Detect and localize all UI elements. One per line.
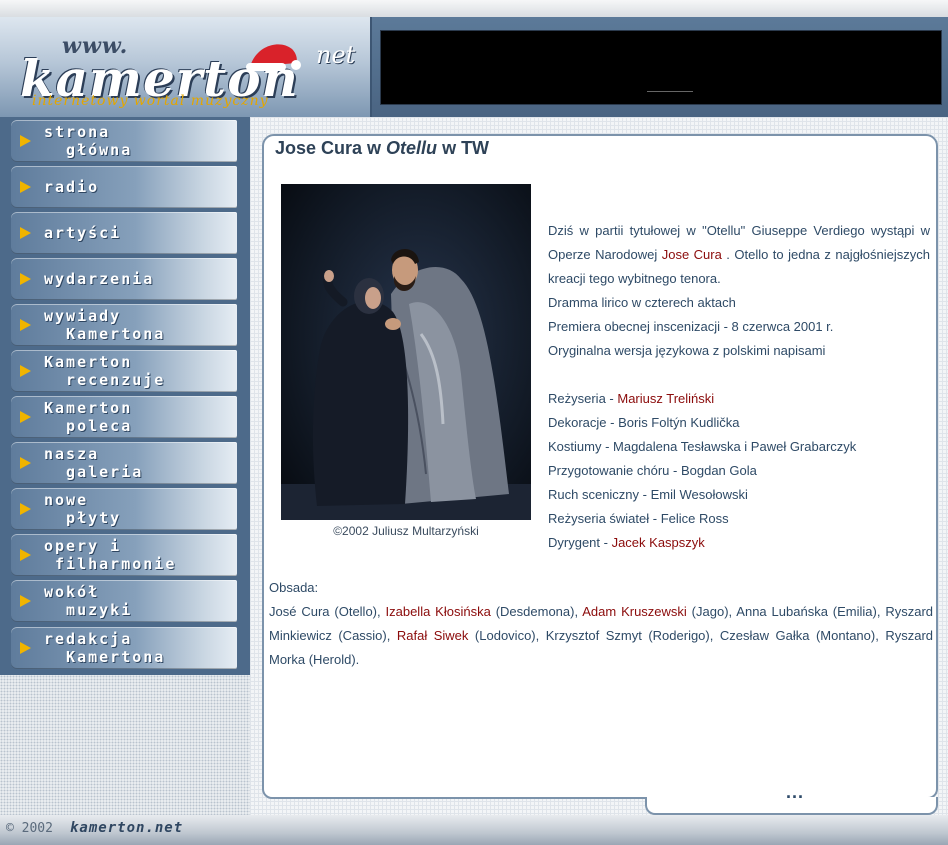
title-suffix: w TW <box>437 138 490 158</box>
nav-arrow-icon <box>20 549 31 561</box>
nav-item-label: wydarzenia <box>44 270 155 288</box>
nav-arrow-icon <box>20 273 31 285</box>
credit-name: Boris Foltýn Kudlička <box>618 415 740 430</box>
nav-item-4[interactable]: wywiady Kamertona <box>11 304 237 346</box>
cast-member-link[interactable]: Izabella Kłosińska <box>386 604 491 619</box>
opera-scene-image <box>281 249 531 520</box>
nav-item-2[interactable]: artyści <box>11 212 237 254</box>
credit-role: Reżyseria - <box>548 391 618 406</box>
nav-arrow-icon <box>20 503 31 515</box>
santa-hat-icon <box>246 44 301 71</box>
site-header: www. kamerton net internetowy wortal muz… <box>0 17 948 117</box>
nav-item-label: artyści <box>44 224 122 242</box>
credit-name: Emil Wesołowski <box>650 487 748 502</box>
credit-role: Kostiumy - <box>548 439 614 454</box>
cast-section: Obsada: José Cura (Otello), Izabella Kło… <box>269 576 933 672</box>
cast-list: José Cura (Otello), Izabella Kłosińska (… <box>269 600 933 672</box>
nav-item-9[interactable]: opery i filharmonie <box>11 534 237 576</box>
nav-item-3[interactable]: wydarzenia <box>11 258 237 300</box>
nav-item-label: strona główna <box>44 123 133 159</box>
nav-arrow-icon <box>20 642 31 654</box>
cast-member-link[interactable]: Adam Kruszewski <box>582 604 687 619</box>
footer-site-name[interactable]: kamerton.net <box>70 820 183 836</box>
title-italic: Otellu <box>386 138 438 158</box>
spacer-line <box>548 363 930 387</box>
credit-name: Bogdan Gola <box>680 463 757 478</box>
credit-line: Dekoracje - Boris Foltýn Kudlička <box>548 411 930 435</box>
credit-role: Reżyseria świateł - <box>548 511 661 526</box>
credit-name: Felice Ross <box>660 511 729 526</box>
nav-arrow-icon <box>20 227 31 239</box>
cast-member-link[interactable]: Rafał Siwek <box>397 628 469 643</box>
nav-item-label: Kamerton recenzuje <box>44 353 166 389</box>
nav-arrow-icon <box>20 181 31 193</box>
site-footer: © 2002 kamerton.net <box>0 815 948 845</box>
credit-line: Przygotowanie chóru - Bogdan Gola <box>548 459 930 483</box>
nav-arrow-icon <box>20 595 31 607</box>
site-logo[interactable]: www. kamerton net internetowy wortal muz… <box>0 17 372 117</box>
credit-line: Ruch sceniczny - Emil Wesołowski <box>548 483 930 507</box>
cast-text: José Cura (Otello), <box>269 604 386 619</box>
nav-item-label: opery i filharmonie <box>44 537 177 573</box>
more-link[interactable]: ... <box>786 782 804 803</box>
line-premiere: Premiera obecnej inscenizacji - 8 czerwc… <box>548 319 834 334</box>
credit-name-link[interactable]: Mariusz Treliński <box>617 391 714 406</box>
article-description: Dziś w partii tytułowej w "Otellu" Giuse… <box>548 219 930 291</box>
banner-divider <box>647 91 693 92</box>
line-version: Oryginalna wersja językowa z polskimi na… <box>548 343 826 358</box>
nav-item-8[interactable]: nowe płyty <box>11 488 237 530</box>
credit-line: Kostiumy - Magdalena Tesławska i Paweł G… <box>548 435 930 459</box>
nav-item-label: radio <box>44 178 100 196</box>
photo-caption: ©2002 Juliusz Multarzyński <box>333 524 479 538</box>
credit-role: Ruch sceniczny - <box>548 487 651 502</box>
nav-item-label: nasza galeria <box>44 445 144 481</box>
nav-arrow-icon <box>20 457 31 469</box>
credit-role: Dekoracje - <box>548 415 619 430</box>
credit-line: Dyrygent - Jacek Kaspszyk <box>548 531 930 555</box>
nav-arrow-icon <box>20 365 31 377</box>
nav-item-label: wywiady Kamertona <box>44 307 166 343</box>
artist-link[interactable]: Jose Cura <box>662 247 722 262</box>
nav-item-5[interactable]: Kamerton recenzuje <box>11 350 237 392</box>
credit-line: Reżyseria świateł - Felice Ross <box>548 507 930 531</box>
footer-copyright: © 2002 <box>6 821 53 836</box>
cast-heading: Obsada: <box>269 580 319 595</box>
nav-item-1[interactable]: radio <box>11 166 237 208</box>
ad-banner[interactable] <box>380 30 942 105</box>
credit-line: Reżyseria - Mariusz Treliński <box>548 387 930 411</box>
logo-net: net <box>316 41 356 69</box>
credit-name-link[interactable]: Jacek Kaspszyk <box>612 535 705 550</box>
credits-list: Reżyseria - Mariusz Treliński Dekoracje -… <box>548 387 930 555</box>
credit-name: Magdalena Tesławska i Paweł Grabarczyk <box>613 439 857 454</box>
cast-text: (Desdemona), <box>490 604 583 619</box>
nav-arrow-icon <box>20 135 31 147</box>
credit-role: Przygotowanie chóru - <box>548 463 681 478</box>
title-prefix: Jose Cura w <box>275 138 387 158</box>
nav-arrow-icon <box>20 319 31 331</box>
nav-item-6[interactable]: Kamerton poleca <box>11 396 237 438</box>
nav-item-7[interactable]: nasza galeria <box>11 442 237 484</box>
nav-arrow-icon <box>20 411 31 423</box>
nav-item-11[interactable]: redakcja Kamertona <box>11 627 237 669</box>
nav-item-label: redakcja Kamertona <box>44 630 166 666</box>
article-photo <box>281 184 531 520</box>
nav-item-label: wokół muzyki <box>44 583 133 619</box>
nav-item-label: Kamerton poleca <box>44 399 133 435</box>
nav-item-10[interactable]: wokół muzyki <box>11 580 237 622</box>
logo-tagline: internetowy wortal muzyczny <box>32 93 269 109</box>
line-dramma: Dramma lirico w czterech aktach <box>548 295 736 310</box>
article-title: Jose Cura w Otellu w TW <box>275 138 489 159</box>
credit-role: Dyrygent - <box>548 535 612 550</box>
sidebar-pattern <box>0 675 250 815</box>
top-strip <box>0 0 948 17</box>
article-info: Dziś w partii tytułowej w "Otellu" Giuse… <box>548 219 930 555</box>
nav-item-0[interactable]: strona główna <box>11 120 237 162</box>
nav-item-label: nowe płyty <box>44 491 122 527</box>
